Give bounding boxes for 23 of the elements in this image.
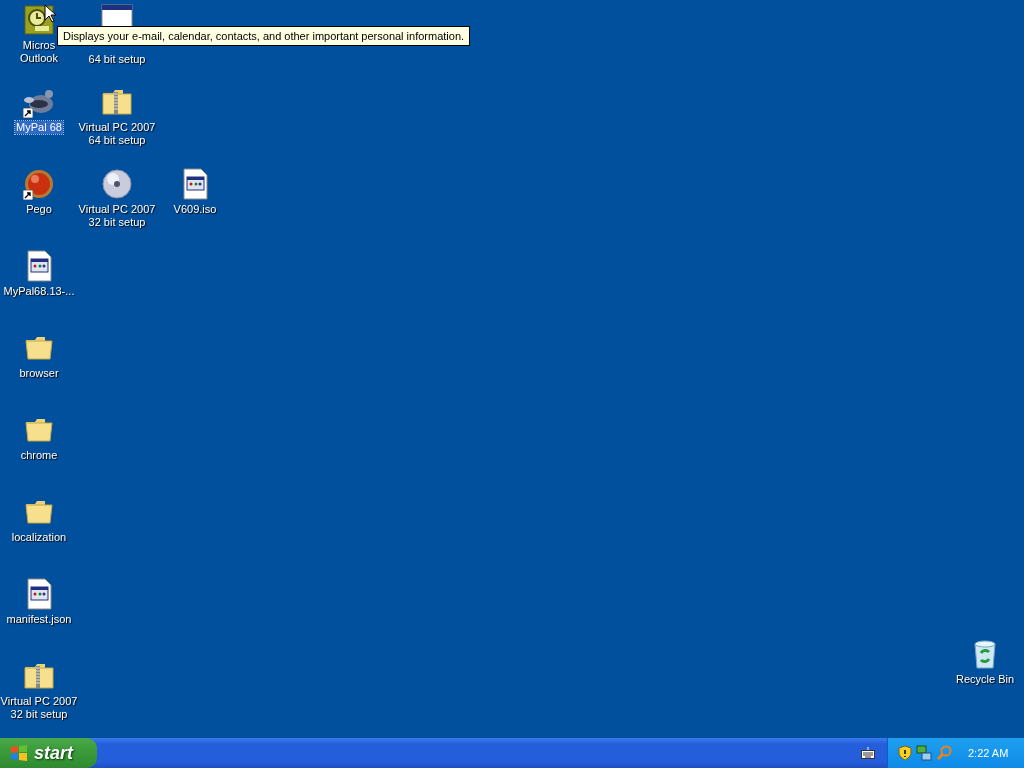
tooltip: Displays your e-mail, calendar, contacts, and other important personal information. [57, 26, 471, 46]
icon-label[interactable]: MyPal 68 [15, 121, 63, 134]
icon-label[interactable]: Micros Outlook [19, 39, 59, 65]
icon-label[interactable]: Recycle Bin [954, 673, 1016, 686]
shortcut-arrow-icon [23, 190, 33, 200]
icon-label[interactable]: browser [18, 367, 60, 380]
icon-label[interactable]: Pego [25, 203, 53, 216]
icon-label[interactable]: chrome [19, 449, 59, 462]
icon-label[interactable]: Virtual PC 2007 32 bit setup [77, 203, 157, 229]
icon-label[interactable]: 64 bit setup [87, 53, 147, 66]
icon-label[interactable]: Virtual PC 2007 64 bit setup [77, 121, 157, 147]
icon-label[interactable]: manifest.json [5, 613, 73, 626]
start-button[interactable]: start [0, 738, 97, 768]
icon-label[interactable]: MyPal68.13-... [2, 285, 76, 298]
shield-icon[interactable] [898, 745, 912, 761]
windows-logo-icon [10, 744, 28, 762]
icon-label[interactable]: Virtual PC 2007 32 bit setup [0, 695, 79, 721]
network-icon[interactable] [916, 745, 932, 761]
shortcut-arrow-icon [23, 108, 33, 118]
cursor-icon [44, 4, 56, 23]
icon-label[interactable]: V609.iso [172, 203, 218, 216]
icon-label[interactable]: localization [10, 531, 68, 544]
keyboard-icon[interactable] [861, 747, 875, 759]
